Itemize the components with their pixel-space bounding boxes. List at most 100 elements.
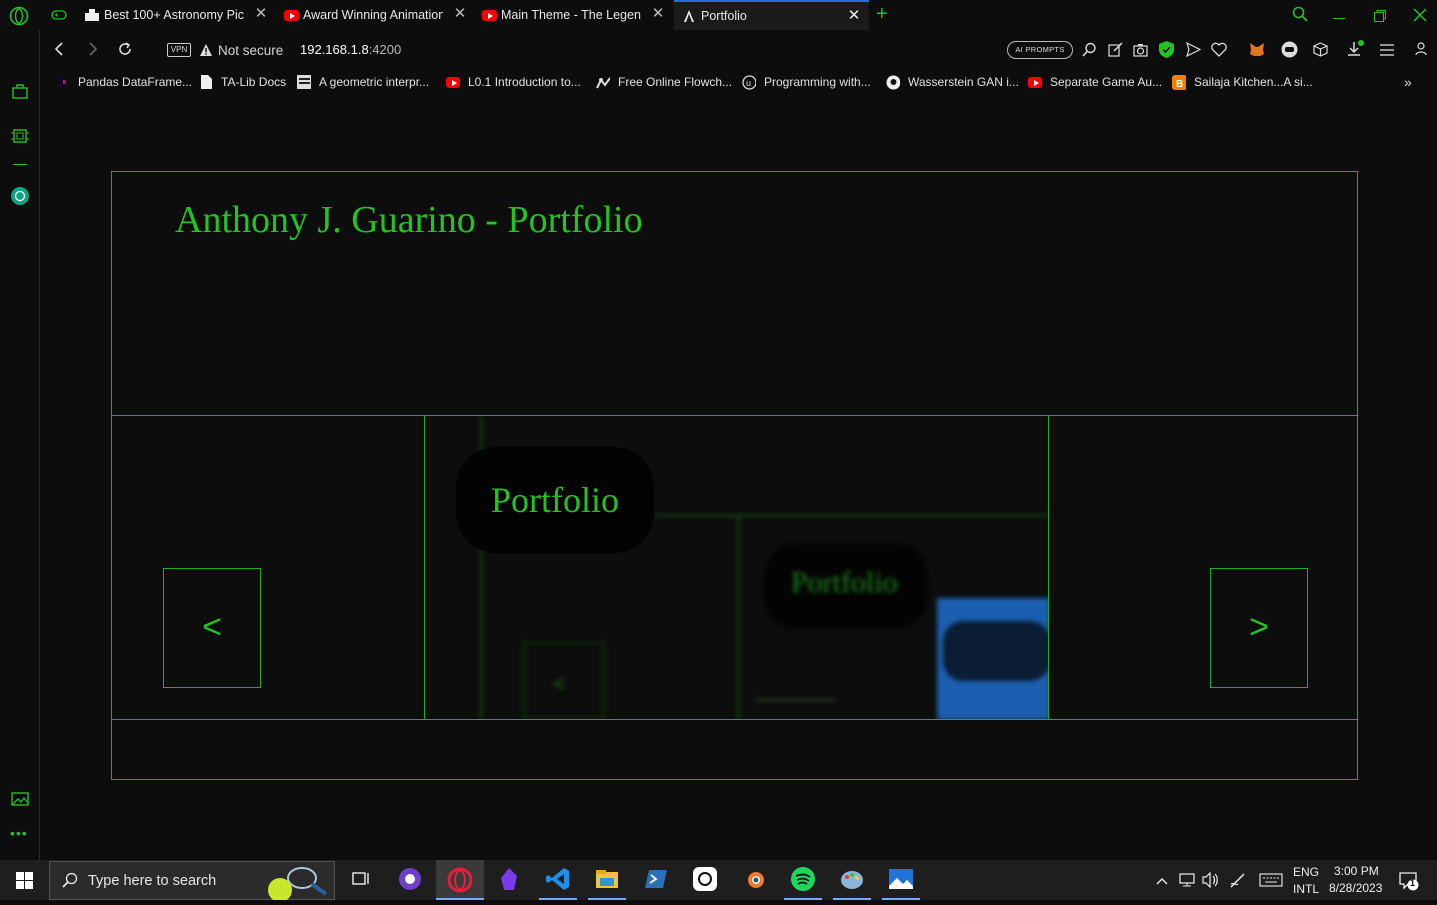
send-icon[interactable] [1186,41,1202,58]
notification-icon[interactable]: 1 [1399,871,1419,891]
close-tab-icon[interactable]: ✕ [254,6,268,21]
edit-icon[interactable] [1108,42,1123,57]
chip-icon[interactable] [11,127,29,145]
close-tab-icon[interactable]: ✕ [847,8,861,23]
tray-overflow-icon[interactable] [1155,873,1169,885]
windows-start-icon[interactable] [16,872,33,889]
bookmark-label: Separate Game Au... [1050,75,1163,89]
new-tab-icon[interactable]: + [876,4,892,24]
tab-portfolio[interactable]: Portfolio ✕ [674,0,869,30]
security-status[interactable]: Not secure [218,43,283,58]
image-icon [84,8,100,22]
task-view-icon[interactable] [348,866,374,892]
paint-icon[interactable] [833,866,871,900]
volume-icon[interactable] [1202,871,1220,889]
bookmark-item[interactable]: B Sailaja Kitchen...A si... [1172,74,1313,90]
bookmark-item[interactable]: u Programming with... [742,74,871,90]
close-tab-icon[interactable]: ✕ [453,6,467,21]
bookmark-item[interactable]: A geometric interpr... [297,75,429,89]
bookmark-item[interactable]: L0.1 Introduction to... [446,75,581,89]
easy-setup-icon[interactable] [1380,43,1394,56]
bookmarks-overflow-icon[interactable]: » [1404,74,1412,90]
tab-animation[interactable]: Award Winning Animation ✕ [283,0,471,30]
github-icon [886,75,900,89]
bookmark-item[interactable]: Pandas DataFrame... [56,75,192,89]
document-icon [199,75,213,89]
carousel-prev-button[interactable]: < [163,568,261,688]
youtube-icon [1028,75,1042,89]
opera-taskbar-active[interactable] [436,860,484,900]
powershell-icon[interactable] [643,866,669,892]
youtube-icon [446,75,460,89]
reload-icon[interactable] [117,41,133,62]
search-icon [62,872,78,888]
bookmark-item[interactable]: Free Online Flowch... [596,75,732,89]
download-icon[interactable] [1346,40,1364,58]
search-tabs-icon[interactable] [1292,6,1308,22]
vpn-badge[interactable]: VPN [167,43,191,57]
tab-astronomy[interactable]: Best 100+ Astronomy Pictu ✕ [84,0,272,30]
metamask-icon[interactable] [1249,42,1265,57]
close-window-icon[interactable] [1413,8,1427,22]
warning-icon [199,43,213,57]
gallery-icon[interactable] [11,790,29,808]
close-tab-icon[interactable]: ✕ [651,6,665,21]
spotify-icon[interactable] [784,866,822,900]
svg-text:u: u [746,78,751,88]
clock-time: 3:00 PM [1334,864,1379,878]
blender-icon[interactable] [741,866,767,892]
shopping-icon[interactable] [11,82,29,100]
adblock-shield-icon[interactable] [1159,41,1174,58]
forward-icon[interactable] [86,41,100,62]
github-desktop-icon[interactable] [397,866,423,892]
camera-icon[interactable] [1133,42,1148,57]
search-page-icon[interactable] [1082,42,1097,57]
pen-icon[interactable] [1229,872,1247,888]
more-icon[interactable]: ••• [10,826,30,840]
bookmark-label: Pandas DataFrame... [78,75,193,89]
extensions-cube-icon[interactable] [1313,42,1328,57]
extension-icon[interactable] [1281,41,1298,58]
keyboard-icon[interactable] [1259,873,1283,887]
portfolio-frame: Anthony J. Guarino - Portfolio < < Portf… [111,171,1358,780]
file-explorer-icon[interactable] [588,866,626,900]
bookmark-item[interactable]: Wasserstein GAN i... [886,75,1019,89]
bookmark-label: Wasserstein GAN i... [908,75,1019,89]
bookmark-label: Sailaja Kitchen...A si... [1194,75,1313,89]
search-placeholder: Type here to search [88,873,217,889]
ai-prompts-button[interactable]: AI PROMPTS [1007,41,1073,59]
angular-icon [681,9,697,23]
restore-icon[interactable] [1374,9,1386,22]
language-bottom: INTL [1293,882,1320,896]
nested-prev-label: < [553,671,566,696]
profile-icon[interactable] [1415,42,1427,56]
network-icon[interactable] [1179,872,1197,888]
gamepad-icon[interactable] [51,8,67,22]
bookmark-item[interactable]: Separate Game Au... [1028,75,1162,89]
carousel-slide[interactable]: < Portfolio Portfolio [424,416,1049,720]
carousel-next-button[interactable]: > [1210,568,1308,688]
obsidian-icon[interactable] [496,866,522,892]
url-field[interactable]: 192.168.1.8:4200 [300,42,401,57]
clock[interactable]: 3:00 PM 8/28/2023 [1329,860,1385,900]
bookmark-label: L0.1 Introduction to... [468,75,581,89]
minimize-icon[interactable] [1333,18,1345,19]
taskbar-search[interactable]: Type here to search [49,861,335,902]
chatgpt-app-icon[interactable] [692,866,718,892]
heart-icon[interactable] [1211,42,1227,57]
chatgpt-icon[interactable] [11,187,29,205]
blogger-icon: B [1172,74,1186,90]
bookmark-label: Free Online Flowch... [618,75,733,89]
youtube-icon [283,8,299,22]
tab-title: Award Winning Animation [303,8,443,22]
opera-logo-icon[interactable] [9,6,29,26]
vscode-icon[interactable] [539,866,577,900]
photos-icon[interactable] [882,866,920,900]
bookmark-item[interactable]: TA-Lib Docs [199,75,286,89]
back-icon[interactable] [52,41,66,62]
tennis-icon [264,864,330,902]
sidebar: ••• [0,30,40,860]
bookmark-label: A geometric interpr... [319,75,430,89]
language-top: ENG [1293,865,1320,879]
tab-legend[interactable]: Main Theme - The Legend ✕ [481,0,669,30]
